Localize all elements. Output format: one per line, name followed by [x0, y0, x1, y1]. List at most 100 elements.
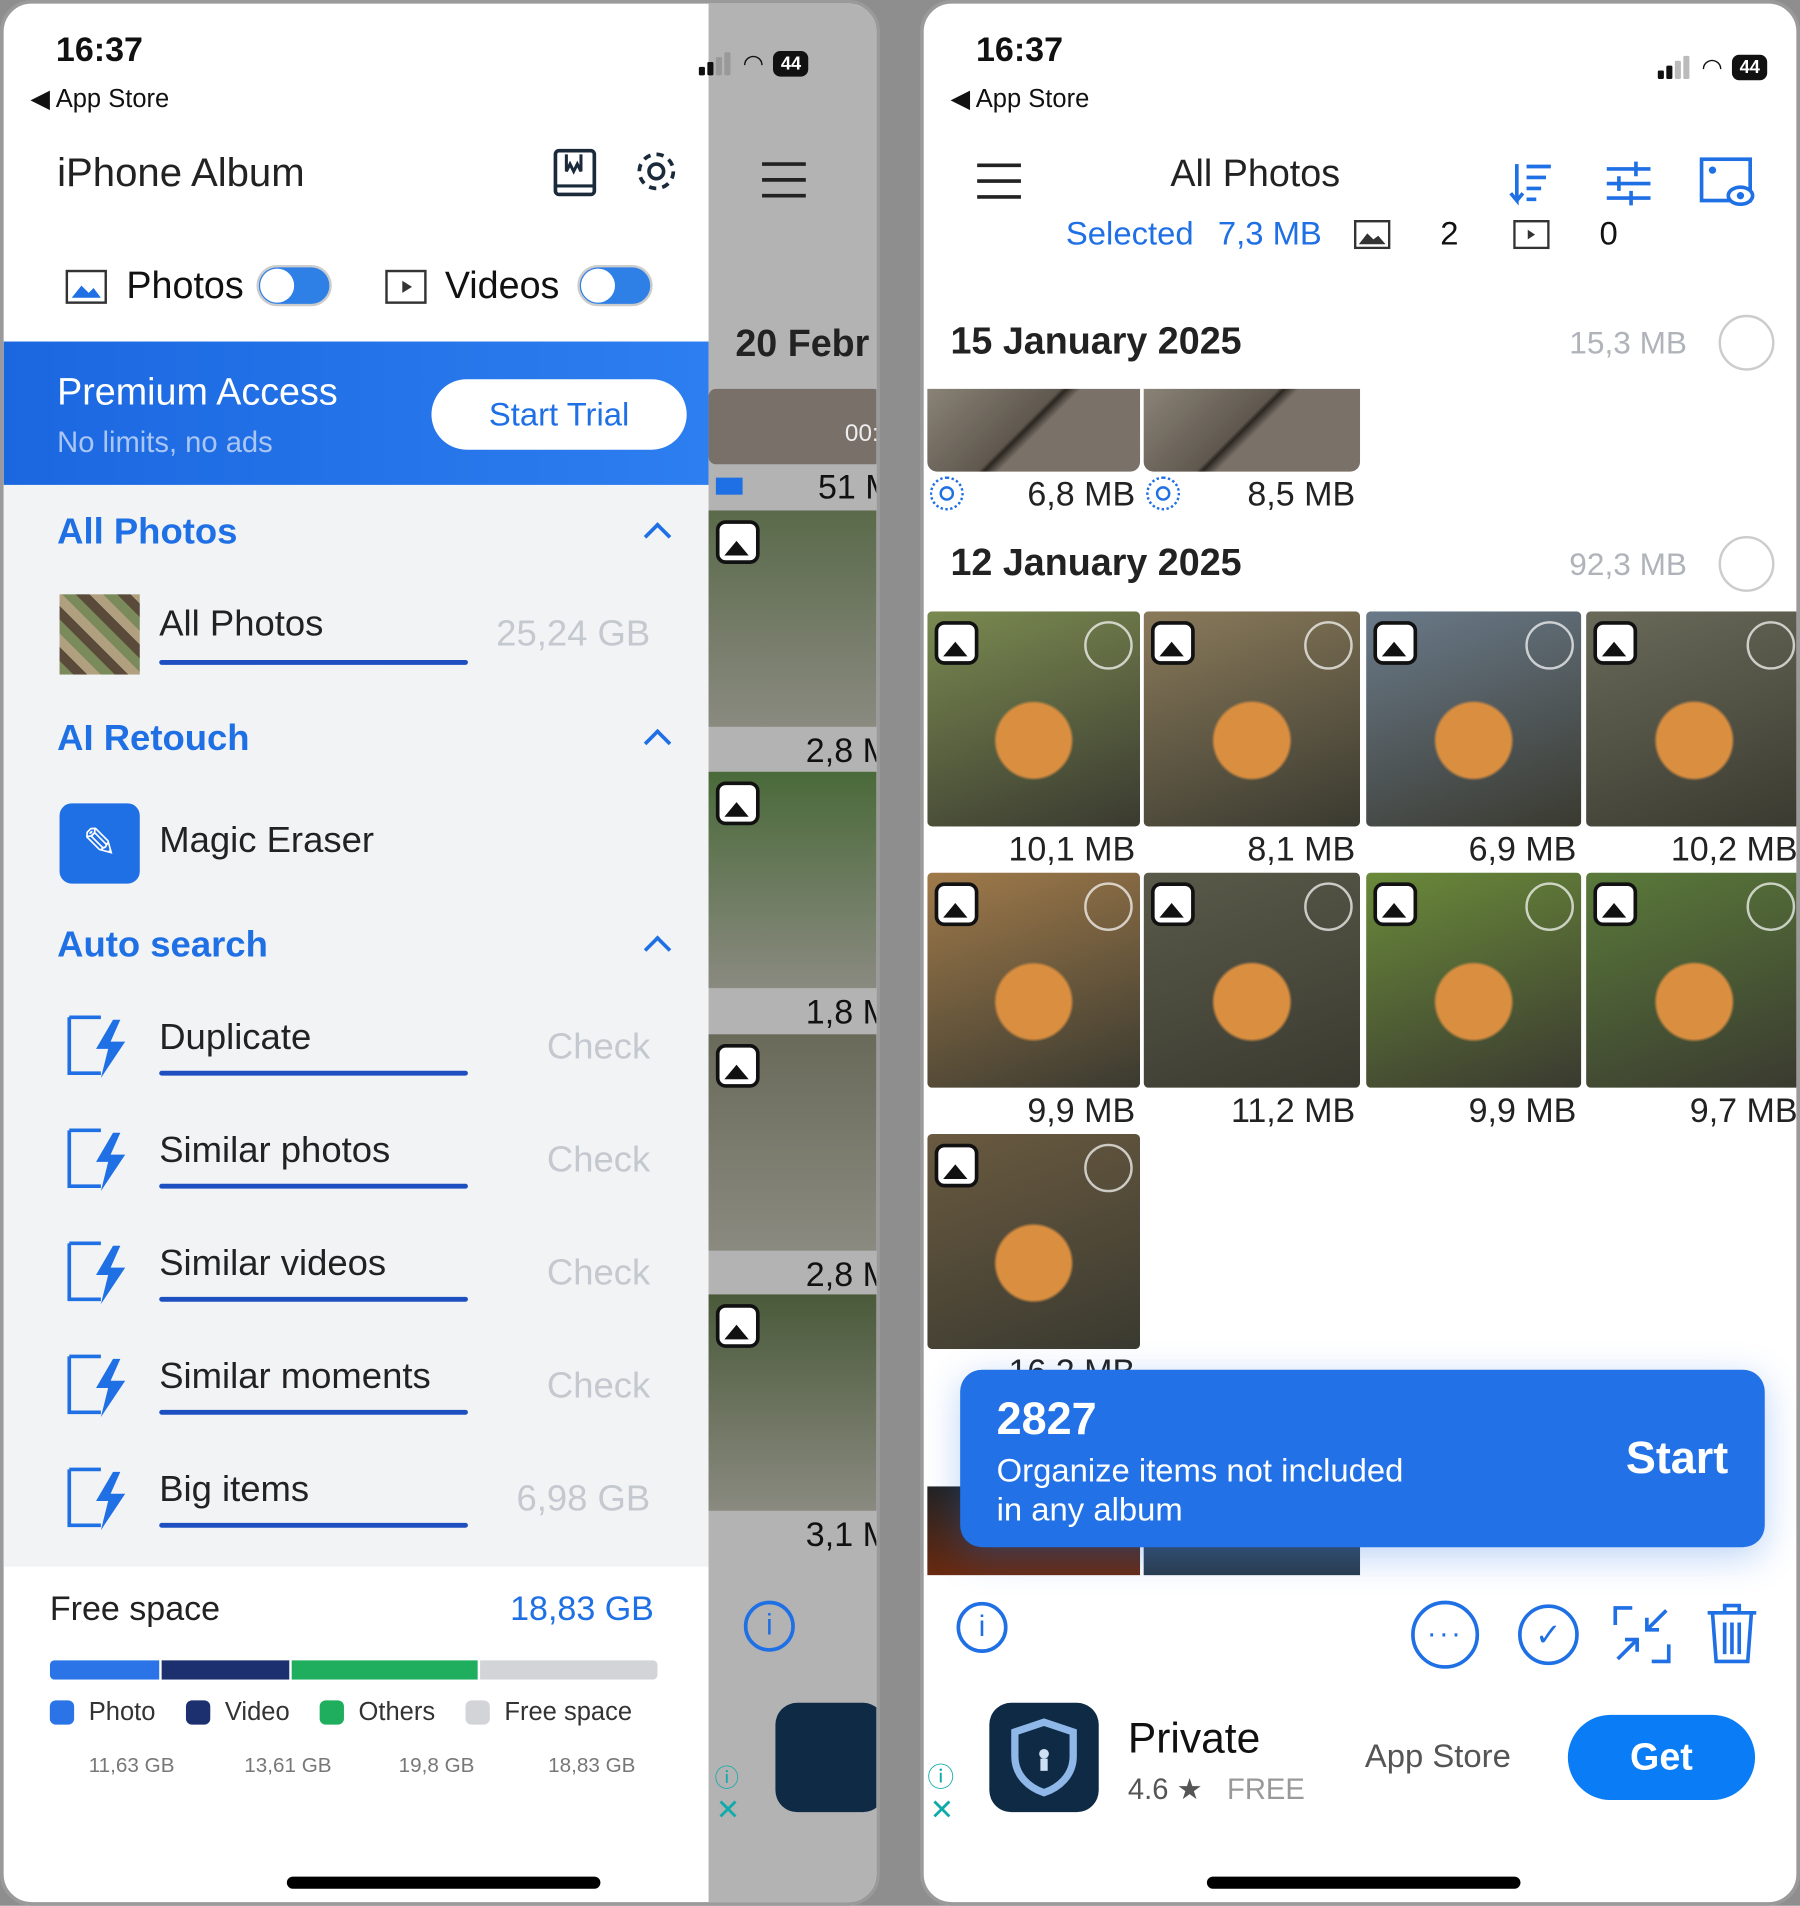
- auto-search-item[interactable]: Big items: [159, 1469, 309, 1510]
- back-to-app-store[interactable]: ◀ App Store: [30, 84, 169, 114]
- chevron-up-icon[interactable]: [643, 728, 672, 757]
- photo-icon: [1593, 621, 1638, 665]
- photo-size: 6,9 MB: [1468, 830, 1577, 868]
- legend-item: Video: [185, 1698, 290, 1727]
- photo-size: 11,2 MB: [1230, 1091, 1356, 1130]
- legend-item: Others: [319, 1698, 435, 1727]
- background-thumb: [708, 771, 877, 989]
- ad-app-icon[interactable]: [989, 1702, 1099, 1813]
- photo-thumbnail[interactable]: [927, 611, 1141, 827]
- info-button[interactable]: i: [956, 1601, 1008, 1653]
- legend-swatch: [185, 1700, 211, 1725]
- select-circle[interactable]: [1084, 882, 1133, 931]
- star-icon: ★: [1176, 1773, 1203, 1807]
- select-all-button[interactable]: ✓: [1518, 1604, 1579, 1666]
- photo-thumbnail[interactable]: [1586, 611, 1797, 827]
- select-circle[interactable]: [1304, 882, 1353, 931]
- photo-icon: [934, 1143, 979, 1188]
- auto-search-icon: [67, 1241, 126, 1305]
- magic-eraser-item[interactable]: Magic Eraser: [159, 820, 374, 861]
- select-circle[interactable]: [1525, 882, 1574, 931]
- ad-close-icon[interactable]: ✕: [930, 1793, 954, 1828]
- ad-store: App Store: [1364, 1738, 1511, 1775]
- ad-info-icon[interactable]: ⓘ: [927, 1756, 954, 1795]
- auto-search-value[interactable]: Check: [547, 1366, 650, 1407]
- more-button[interactable]: ···: [1411, 1600, 1480, 1669]
- photo-thumbnail[interactable]: [1586, 872, 1797, 1088]
- sort-icon[interactable]: [1507, 159, 1556, 208]
- back-to-app-store[interactable]: ◀ App Store: [950, 84, 1089, 114]
- photo-size: 9,9 MB: [1468, 1091, 1577, 1130]
- trash-icon[interactable]: [1705, 1601, 1758, 1664]
- photo-icon: [1593, 882, 1638, 927]
- select-circle[interactable]: [1746, 621, 1796, 670]
- wifi-icon: ◠: [1701, 54, 1723, 82]
- photo-size: 8,1 MB: [1247, 830, 1356, 868]
- app-title: iPhone Album: [57, 149, 305, 195]
- photo-thumbnail[interactable]: [1366, 611, 1582, 827]
- photos-toggle[interactable]: [256, 264, 332, 307]
- select-circle[interactable]: [1084, 1143, 1133, 1193]
- battery-icon: 44: [1732, 54, 1768, 81]
- photo-thumbnail[interactable]: [927, 1133, 1141, 1350]
- photos-toggle-label: Photos: [126, 263, 244, 307]
- select-circle[interactable]: [1746, 882, 1796, 931]
- photos-icon: [65, 269, 107, 304]
- photo-icon: [715, 520, 760, 564]
- banner-start-button[interactable]: Start: [1626, 1433, 1728, 1484]
- legend-value: 19,8 GB: [398, 1753, 475, 1777]
- filter-sliders-icon[interactable]: [1604, 159, 1653, 208]
- all-photos-item[interactable]: All Photos: [159, 604, 323, 645]
- photo-thumbnail[interactable]: [1143, 872, 1361, 1088]
- banner-text-2: in any album: [996, 1491, 1183, 1528]
- chevron-up-icon[interactable]: [643, 935, 672, 963]
- bookmark-book-icon[interactable]: [552, 147, 598, 198]
- status-time: 16:37: [55, 30, 143, 69]
- photo-thumbnail[interactable]: [1366, 872, 1582, 1088]
- all-photos-thumbnail: [59, 594, 140, 675]
- group-select-circle[interactable]: [1718, 535, 1775, 592]
- background-size: 1,8 M: [805, 992, 876, 1031]
- auto-search-value[interactable]: Check: [547, 1253, 650, 1294]
- organize-banner[interactable]: 2827 Organize items not included in any …: [960, 1369, 1765, 1548]
- free-space-value: 18,83 GB: [510, 1589, 654, 1628]
- storage-segment: [291, 1660, 479, 1680]
- photo-thumbnail[interactable]: [927, 388, 1141, 472]
- ad-get-button[interactable]: Get: [1567, 1714, 1756, 1801]
- chevron-up-icon[interactable]: [643, 522, 672, 550]
- auto-search-value[interactable]: 6,98 GB: [516, 1479, 650, 1520]
- ai-retouch-header[interactable]: AI Retouch: [57, 718, 249, 759]
- legend-value: 11,63 GB: [88, 1753, 175, 1777]
- gear-icon[interactable]: [630, 145, 683, 198]
- legend-value: 18,83 GB: [548, 1753, 636, 1777]
- auto-search-item[interactable]: Duplicate: [159, 1017, 311, 1058]
- selected-size: 7,3 MB: [1217, 215, 1322, 252]
- premium-banner[interactable]: Premium Access No limits, no ads Start T…: [3, 341, 709, 485]
- photo-thumbnail[interactable]: [1143, 388, 1361, 472]
- photo-view-icon[interactable]: [1699, 157, 1757, 210]
- photo-count-icon: [1353, 219, 1391, 250]
- premium-subtitle: No limits, no ads: [57, 426, 273, 460]
- auto-search-value[interactable]: Check: [547, 1140, 650, 1181]
- photo-thumbnail[interactable]: [927, 872, 1141, 1088]
- auto-search-header[interactable]: Auto search: [57, 925, 268, 966]
- video-count: 0: [1599, 215, 1618, 252]
- all-photos-header[interactable]: All Photos: [57, 512, 237, 553]
- legend-item: Free space: [465, 1698, 632, 1727]
- select-circle[interactable]: [1084, 621, 1133, 670]
- group-select-circle[interactable]: [1718, 314, 1775, 371]
- divider: [159, 1522, 468, 1528]
- menu-icon[interactable]: [975, 162, 1024, 201]
- start-trial-button[interactable]: Start Trial: [431, 379, 687, 450]
- select-circle[interactable]: [1525, 621, 1574, 670]
- auto-search-item[interactable]: Similar photos: [159, 1130, 390, 1171]
- legend-swatch: [319, 1700, 344, 1725]
- auto-search-item[interactable]: Similar moments: [159, 1356, 430, 1397]
- auto-search-value[interactable]: Check: [547, 1027, 650, 1068]
- home-indicator: [1206, 1876, 1521, 1889]
- auto-search-item[interactable]: Similar videos: [159, 1243, 386, 1284]
- videos-toggle[interactable]: [577, 264, 653, 307]
- select-circle[interactable]: [1304, 621, 1353, 670]
- compress-icon[interactable]: [1613, 1606, 1671, 1664]
- photo-thumbnail[interactable]: [1143, 611, 1361, 827]
